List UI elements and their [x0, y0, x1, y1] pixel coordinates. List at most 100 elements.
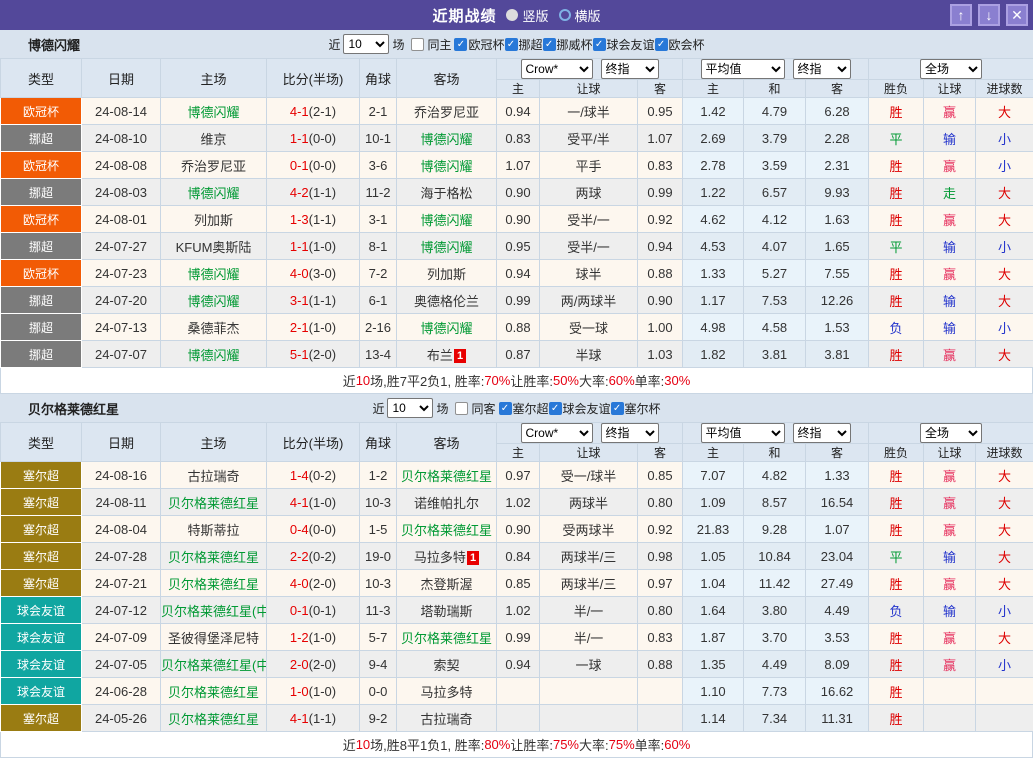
league-checkbox[interactable]: ✓	[549, 402, 562, 415]
score-cell: 4-2(1-1)	[267, 179, 360, 206]
layout-radio-horizontal[interactable]: 横版	[559, 6, 601, 25]
half-time-score: (0-1)	[309, 603, 336, 618]
avg-home-cell: 2.69	[683, 125, 744, 152]
average-select[interactable]: 平均值	[701, 423, 785, 443]
recent-count-select[interactable]: 10	[343, 34, 389, 54]
away-odds-cell: 1.00	[638, 314, 683, 341]
avg-home-cell: 1.22	[683, 179, 744, 206]
league-checkbox[interactable]: ✓	[505, 38, 518, 51]
avg-home-cell: 1.10	[683, 678, 744, 705]
summary-segment: 30%	[664, 373, 690, 388]
league-checkbox[interactable]: ✓	[593, 38, 606, 51]
avg-stage-select[interactable]: 终指	[793, 59, 851, 79]
layout-radio-vertical[interactable]: 竖版	[506, 6, 548, 25]
home-team-cell: 乔治罗尼亚	[161, 152, 267, 179]
summary-segment: 75%	[553, 737, 579, 752]
same-venue-checkbox[interactable]	[411, 38, 424, 51]
close-button[interactable]: ✕	[1006, 4, 1028, 26]
away-odds-cell: 1.07	[638, 125, 683, 152]
league-type-cell: 塞尔超	[1, 462, 82, 489]
result-cell: 负	[869, 597, 924, 624]
book-stage-select[interactable]: 终指	[601, 423, 659, 443]
league-checkbox[interactable]: ✓	[543, 38, 556, 51]
goals-result-cell: 大	[976, 260, 1033, 287]
score-cell: 4-1(1-0)	[267, 489, 360, 516]
away-team-cell: 贝尔格莱德红星	[397, 462, 497, 489]
away-team-cell: 诺维帕扎尔	[397, 489, 497, 516]
sub-header-away-odds: 客	[638, 444, 683, 462]
full-time-score: 4-1	[290, 104, 309, 119]
league-checkbox[interactable]: ✓	[499, 402, 512, 415]
league-badge: 挪超	[1, 341, 81, 367]
handicap-cell: 两球半/三	[540, 543, 638, 570]
away-team-cell: 奥德格伦兰	[397, 287, 497, 314]
half-time-score: (1-0)	[309, 239, 336, 254]
away-team-name: 博德闪耀	[420, 213, 472, 228]
league-label: 欧冠杯	[468, 36, 504, 53]
result-cell: 平	[869, 543, 924, 570]
league-badge: 欧冠杯	[1, 152, 81, 178]
corner-cell: 9-2	[360, 705, 397, 732]
home-team-cell: 博德闪耀	[161, 179, 267, 206]
league-checkbox[interactable]: ✓	[655, 38, 668, 51]
home-team-name: 贝尔格莱德红星(中)	[161, 658, 267, 673]
away-red-card-badge: 1	[467, 551, 479, 565]
score-cell: 2-0(2-0)	[267, 651, 360, 678]
sub-header-goals: 进球数	[976, 80, 1033, 98]
away-team-name: 马拉多特	[420, 685, 472, 700]
summary-segment: 让胜率:	[510, 735, 553, 754]
half-time-score: (0-2)	[309, 549, 336, 564]
goals-result-cell: 大	[976, 179, 1033, 206]
date-cell: 24-08-11	[82, 489, 161, 516]
average-select[interactable]: 平均值	[701, 59, 785, 79]
away-team-cell: 博德闪耀	[397, 314, 497, 341]
away-team-name: 乔治罗尼亚	[414, 105, 479, 120]
half-time-score: (1-1)	[309, 185, 336, 200]
scope-group-header: 全场	[869, 59, 1033, 80]
home-team-cell: 维京	[161, 125, 267, 152]
move-down-button[interactable]: ↓	[978, 4, 1000, 26]
matches-table: 类型 日期 主场 比分(半场) 角球 客场 Crow* 终指 平均值	[0, 58, 1033, 368]
avg-stage-select[interactable]: 终指	[793, 423, 851, 443]
score-cell: 0-4(0-0)	[267, 516, 360, 543]
avg-home-cell: 1.04	[683, 570, 744, 597]
section-band: 贝尔格莱德红星 近 10 场 同客 ✓ 塞尔超 ✓ 球会友谊 ✓ 塞尔杯	[0, 394, 1033, 422]
handicap-result-cell: 赢	[924, 570, 976, 597]
away-team-cell: 马拉多特1	[397, 543, 497, 570]
handicap-result-cell: 赢	[924, 98, 976, 125]
goals-result-cell: 大	[976, 624, 1033, 651]
avg-home-cell: 4.98	[683, 314, 744, 341]
half-time-score: (2-0)	[309, 347, 336, 362]
table-row: 挪超 24-08-10 维京 1-1(0-0) 10-1 博德闪耀 0.83 受…	[1, 125, 1033, 152]
home-team-cell: 列加斯	[161, 206, 267, 233]
goals-result-cell: 小	[976, 651, 1033, 678]
home-odds-cell: 0.90	[497, 516, 540, 543]
radio-selected-icon[interactable]	[506, 9, 518, 21]
away-team-name: 贝尔格莱德红星	[401, 469, 492, 484]
avg-home-cell: 1.42	[683, 98, 744, 125]
full-time-score: 1-4	[290, 468, 309, 483]
league-checkbox[interactable]: ✓	[611, 402, 624, 415]
corner-cell: 19-0	[360, 543, 397, 570]
book-stage-select[interactable]: 终指	[601, 59, 659, 79]
league-checkbox[interactable]: ✓	[454, 38, 467, 51]
league-type-cell: 塞尔超	[1, 516, 82, 543]
recent-count-select[interactable]: 10	[387, 398, 433, 418]
full-time-score: 1-1	[290, 239, 309, 254]
scope-select[interactable]: 全场	[920, 423, 982, 443]
handicap-result-cell: 赢	[924, 651, 976, 678]
move-up-button[interactable]: ↑	[950, 4, 972, 26]
home-team-cell: 博德闪耀	[161, 287, 267, 314]
bookmaker-select[interactable]: Crow*	[521, 423, 593, 443]
scope-select[interactable]: 全场	[920, 59, 982, 79]
radio-unselected-icon[interactable]	[559, 9, 571, 21]
same-venue-checkbox[interactable]	[455, 402, 468, 415]
bookmaker-select[interactable]: Crow*	[521, 59, 593, 79]
half-time-score: (1-0)	[309, 630, 336, 645]
league-badge: 挪超	[1, 125, 81, 151]
check-icon: ✓	[551, 403, 559, 414]
score-cell: 1-1(0-0)	[267, 125, 360, 152]
away-team-cell: 博德闪耀	[397, 125, 497, 152]
handicap-cell: 半/一	[540, 597, 638, 624]
down-arrow-icon: ↓	[986, 8, 993, 22]
